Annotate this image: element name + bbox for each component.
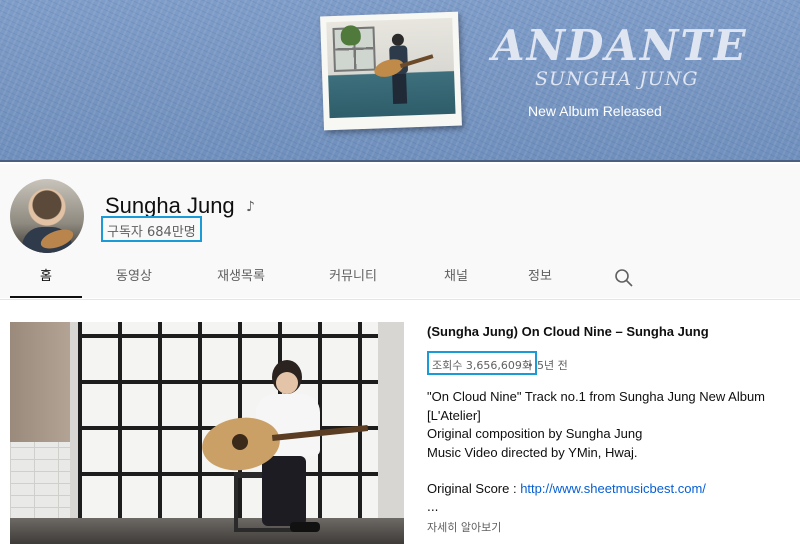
description-line: [L'Atelier] bbox=[427, 407, 481, 423]
upload-age-text: 5년 전 bbox=[537, 359, 568, 372]
description-line: Music Video directed by YMin, Hwaj. bbox=[427, 444, 638, 460]
channel-banner: ANDANTE SUNGHA JUNG New Album Released bbox=[0, 0, 800, 162]
banner-polaroid-photo bbox=[320, 11, 462, 131]
read-more-link[interactable]: 자세히 알아보기 bbox=[427, 519, 501, 535]
tabs-divider bbox=[0, 299, 800, 300]
tab-about[interactable]: 정보 bbox=[520, 262, 560, 298]
tab-playlists[interactable]: 재생목록 bbox=[206, 262, 276, 298]
subscriber-count: 구독자 684만명 bbox=[101, 216, 202, 242]
view-count: 조회수 3,656,609회 bbox=[427, 351, 537, 375]
score-label: Original Score : bbox=[427, 481, 521, 496]
banner-album-title: ANDANTE bbox=[492, 21, 748, 70]
tab-community[interactable]: 커뮤니티 bbox=[318, 262, 388, 298]
description-line: Original composition by Sungha Jung bbox=[427, 426, 643, 441]
tab-videos[interactable]: 동영상 bbox=[104, 262, 164, 298]
tab-channels[interactable]: 채널 bbox=[434, 262, 478, 298]
featured-video-player[interactable] bbox=[10, 322, 404, 544]
description-ellipsis: ... bbox=[427, 500, 439, 514]
featured-video-title[interactable]: (Sungha Jung) On Cloud Nine – Sungha Jun… bbox=[427, 324, 787, 339]
upload-age: • 5년 전 bbox=[527, 357, 568, 373]
tab-home[interactable]: 홈 bbox=[10, 262, 82, 298]
description-line: "On Cloud Nine" Track no.1 from Sungha J… bbox=[427, 389, 766, 404]
channel-tabs: 홈 동영상 재생목록 커뮤니티 채널 정보 bbox=[10, 262, 800, 300]
banner-album-artist: SUNGHA JUNG bbox=[535, 68, 699, 90]
meta-separator: • bbox=[527, 359, 534, 372]
music-note-icon: ♪ bbox=[246, 199, 255, 215]
video-description: "On Cloud Nine" Track no.1 from Sungha J… bbox=[427, 388, 787, 499]
search-icon[interactable] bbox=[614, 268, 634, 288]
score-line: Original Score : http://www.sheetmusicbe… bbox=[427, 480, 787, 499]
score-link[interactable]: http://www.sheetmusicbest.com/ bbox=[520, 481, 706, 496]
banner-album-subtitle: New Album Released bbox=[528, 103, 662, 119]
avatar[interactable] bbox=[10, 179, 84, 253]
